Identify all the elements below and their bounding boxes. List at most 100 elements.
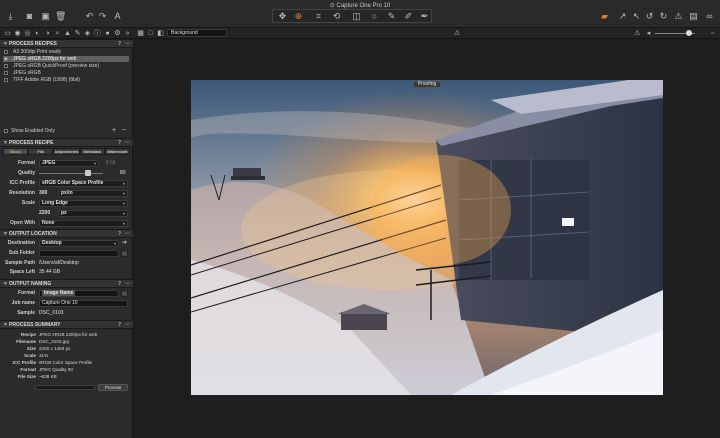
resolution-unit-select[interactable]: px/in ▾ (58, 190, 128, 197)
recipe-item[interactable]: JPEG sRGB (3, 70, 129, 76)
process-recipes-header[interactable]: ▼ PROCESS RECIPES ? ··· (0, 39, 133, 48)
process-recipe-header[interactable]: ▼ PROCESS RECIPE ? ··· (0, 138, 133, 147)
quality-slider[interactable] (39, 173, 103, 174)
more-options-icon[interactable]: ··· (125, 230, 130, 238)
size-unit-select[interactable]: px ▾ (58, 210, 128, 217)
recipe-item[interactable]: A3 300dpi Print ready (3, 49, 129, 55)
add-recipe-icon[interactable]: + (112, 127, 116, 134)
size-input[interactable]: 2200 (39, 210, 50, 217)
format-select[interactable]: JPEG ▾ (39, 160, 99, 167)
local-adjustments-tab-icon[interactable]: ✎ (73, 29, 82, 38)
exposure-tab-icon[interactable]: ◑ (43, 29, 52, 38)
rotate-right-icon[interactable]: ↻ (658, 11, 669, 22)
keystone-icon[interactable]: ◫ (351, 11, 362, 22)
tab-file[interactable]: File (28, 148, 54, 155)
compare-view-icon[interactable]: ◧ (156, 29, 165, 38)
tab-metadata[interactable]: Metadata (79, 148, 105, 155)
undo-icon[interactable]: ↶ (84, 11, 95, 22)
rotate-left-icon[interactable]: ↺ (644, 11, 655, 22)
zoom-out-icon[interactable]: ◂ (644, 29, 653, 38)
zoom-fit-icon[interactable]: ▫ (708, 29, 717, 38)
help-icon[interactable]: ? (118, 321, 121, 329)
sub-folder-tokens-button[interactable]: … (121, 250, 128, 257)
recipe-checkbox[interactable] (4, 71, 8, 75)
show-enabled-only-toggle[interactable]: Show Enabled Only (4, 128, 55, 134)
warning-icon[interactable]: ⚠ (673, 11, 684, 22)
picker-icon[interactable]: ✐ (403, 11, 414, 22)
output-location-header[interactable]: ▼ OUTPUT LOCATION ? ··· (0, 229, 133, 238)
zoom-slider-knob[interactable] (686, 30, 692, 36)
color-tab-icon[interactable]: ◐ (33, 29, 42, 38)
tab-basic[interactable]: Basic (3, 148, 29, 155)
rotate-icon[interactable]: ⟲ (331, 11, 342, 22)
search-icon[interactable]: ⌕ (53, 29, 62, 38)
show-enabled-checkbox[interactable] (4, 129, 8, 133)
batch-tab-icon[interactable]: ⚙ (113, 29, 122, 38)
redo-icon[interactable]: ↷ (97, 11, 108, 22)
tab-watermark[interactable]: Watermark (104, 148, 130, 155)
print-icon[interactable]: ▤ (688, 11, 699, 22)
pan-icon[interactable]: ✥ (277, 11, 288, 22)
collapse-triangle-icon[interactable]: ▼ (3, 40, 8, 48)
metadata-tab-icon[interactable]: ⓘ (93, 29, 102, 38)
camera-icon[interactable]: ◙ (24, 11, 35, 22)
photo-preview[interactable] (191, 80, 663, 395)
brush-icon[interactable]: ✎ (386, 11, 397, 22)
glasses-icon[interactable]: ∞ (704, 11, 715, 22)
recipe-checkbox-checked[interactable]: ✓ (4, 57, 8, 62)
reveal-folder-icon[interactable]: ➜ (122, 240, 127, 247)
crop-icon[interactable]: ⌗ (313, 11, 324, 22)
destination-select[interactable]: Desktop ▾ (39, 240, 119, 247)
text-cursor-icon[interactable]: A (112, 11, 123, 22)
output-tab-icon[interactable]: ● (103, 29, 112, 38)
job-name-input[interactable]: Capture One 10 (39, 300, 128, 307)
naming-tokens-button[interactable]: … (121, 290, 128, 297)
help-icon[interactable]: ? (118, 230, 121, 238)
copy-apply-icon[interactable]: ↗ (617, 11, 628, 22)
help-icon[interactable]: ? (118, 40, 121, 48)
open-with-select[interactable]: None ▾ (39, 220, 128, 227)
more-tabs-icon[interactable]: » (123, 29, 132, 38)
process-button[interactable]: Process (98, 384, 128, 391)
collapse-triangle-icon[interactable]: ▼ (3, 321, 8, 329)
loupe-icon[interactable]: ⊕ (293, 11, 304, 22)
import-icon[interactable]: ⤓ (5, 11, 16, 22)
adjustments-tab-icon[interactable]: ◈ (83, 29, 92, 38)
recipe-checkbox[interactable] (4, 64, 8, 68)
remove-recipe-icon[interactable]: − (122, 127, 126, 134)
help-icon[interactable]: ? (118, 280, 121, 288)
recipe-checkbox[interactable] (4, 78, 8, 82)
more-options-icon[interactable]: ··· (125, 40, 130, 48)
exposure-warning-icon[interactable]: ⚠ (454, 29, 460, 37)
recipe-item[interactable]: TIFF Adobe RGB (1998) (8bit) (3, 77, 129, 83)
annotate-icon[interactable]: ✒ (419, 11, 430, 22)
quality-slider-knob[interactable] (85, 170, 92, 176)
collapse-triangle-icon[interactable]: ▼ (3, 139, 8, 147)
scale-select[interactable]: Long Edge ▾ (39, 200, 128, 207)
resolution-input[interactable]: 300 (39, 190, 47, 197)
cursor-tools-icon[interactable]: ▰ (599, 11, 610, 22)
image-viewer[interactable]: Proofing (134, 39, 720, 438)
process-summary-header[interactable]: ▼ PROCESS SUMMARY ? ··· (0, 320, 133, 329)
capture-tab-icon[interactable]: ◉ (13, 29, 22, 38)
details-tab-icon[interactable]: ▲ (63, 29, 72, 38)
more-options-icon[interactable]: ··· (125, 321, 130, 329)
focus-warning-icon[interactable]: ⚠ (634, 29, 640, 37)
trash-icon[interactable]: 🗑 (55, 11, 66, 22)
library-tab-icon[interactable]: ▭ (3, 29, 12, 38)
more-options-icon[interactable]: ··· (125, 139, 130, 147)
recipe-checkbox[interactable] (4, 50, 8, 54)
more-options-icon[interactable]: ··· (125, 280, 130, 288)
background-select[interactable]: Background (167, 29, 227, 37)
icc-profile-select[interactable]: sRGB Color Space Profile ▾ (39, 180, 128, 187)
lens-tab-icon[interactable]: ◎ (23, 29, 32, 38)
collapse-triangle-icon[interactable]: ▼ (3, 280, 8, 288)
output-naming-header[interactable]: ▼ OUTPUT NAMING ? ··· (0, 279, 133, 288)
single-view-icon[interactable]: □ (146, 29, 155, 38)
grid-view-icon[interactable]: ▦ (136, 29, 145, 38)
folder-check-icon[interactable]: ▣ (40, 11, 51, 22)
recipe-item[interactable]: JPEG sRGB QuickProof (preview size) (3, 63, 129, 69)
circle-mask-icon[interactable]: ○ (369, 11, 380, 22)
naming-format-field[interactable]: Image Name (39, 290, 119, 297)
collapse-triangle-icon[interactable]: ▼ (3, 230, 8, 238)
